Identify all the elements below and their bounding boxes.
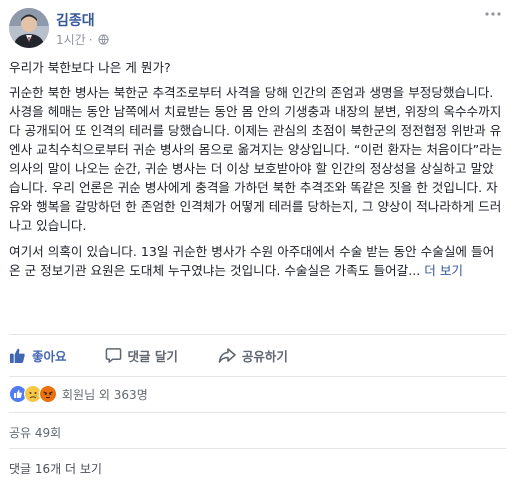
post-card: 김종대 1시간 · 우리가 북한보다 나은 게 뭔가? 귀순한 북한 병사는 북… (0, 0, 515, 481)
post-heading: 우리가 북한보다 나은 게 뭔가? (9, 60, 171, 75)
divider-shares (9, 448, 506, 449)
author-avatar[interactable] (9, 8, 49, 48)
post-meta: 1시간 · (56, 31, 109, 48)
view-more-comments-link[interactable]: 댓글 16개 더 보기 (9, 460, 102, 477)
divider-actions (9, 376, 506, 377)
share-icon (218, 347, 236, 364)
post-time[interactable]: 1시간 (56, 31, 86, 48)
ellipsis-icon[interactable] (483, 6, 503, 22)
like-label: 좋아요 (32, 348, 67, 364)
action-bar: 좋아요 댓글 달기 공유하기 (9, 340, 506, 370)
divider-reactions (9, 412, 506, 413)
divider-top (9, 334, 506, 335)
reactions-summary[interactable]: 회원님 외 363명 (9, 385, 148, 403)
angry-reaction-icon (39, 385, 57, 403)
share-label: 공유하기 (241, 348, 288, 364)
thumbs-up-icon (9, 347, 26, 364)
globe-icon[interactable] (97, 34, 109, 45)
comment-icon (105, 347, 122, 364)
comment-label: 댓글 달기 (127, 348, 178, 364)
author-name[interactable]: 김종대 (56, 10, 95, 30)
post-paragraph-2: 여기서 의혹이 있습니다. 13일 귀순한 병사가 수원 아주대에서 수술 받는… (9, 242, 504, 280)
shares-count[interactable]: 공유 49회 (9, 424, 61, 441)
post-paragraph-1: 귀순한 북한 병사는 북한군 추격조로부터 사격을 당해 인간의 존엄과 생명을… (9, 85, 503, 233)
share-button[interactable]: 공유하기 (218, 346, 288, 365)
post-paragraph-2-text: 여기서 의혹이 있습니다. 13일 귀순한 병사가 수원 아주대에서 수술 받는… (9, 244, 495, 278)
meta-separator: · (88, 32, 93, 47)
reactions-count-text[interactable]: 회원님 외 363명 (62, 386, 148, 403)
comment-button[interactable]: 댓글 달기 (105, 346, 178, 365)
post-body: 우리가 북한보다 나은 게 뭔가? 귀순한 북한 병사는 북한군 추격조로부터 … (9, 58, 504, 287)
like-button[interactable]: 좋아요 (9, 346, 67, 365)
see-more-link[interactable]: 더 보기 (424, 263, 463, 278)
